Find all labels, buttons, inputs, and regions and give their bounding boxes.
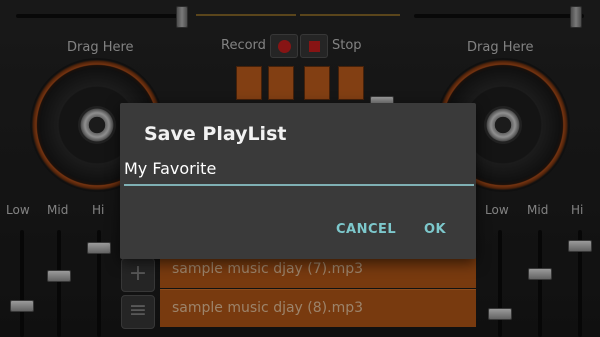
save-playlist-dialog: Save PlayList CANCEL OK — [120, 103, 476, 259]
dialog-title: Save PlayList — [144, 123, 287, 145]
dj-app: Drag Here Drag Here Record Stop Low Mid … — [0, 0, 600, 337]
cancel-button[interactable]: CANCEL — [336, 222, 396, 237]
input-underline — [124, 184, 474, 186]
ok-button[interactable]: OK — [424, 222, 446, 237]
playlist-name-input[interactable] — [124, 153, 474, 183]
